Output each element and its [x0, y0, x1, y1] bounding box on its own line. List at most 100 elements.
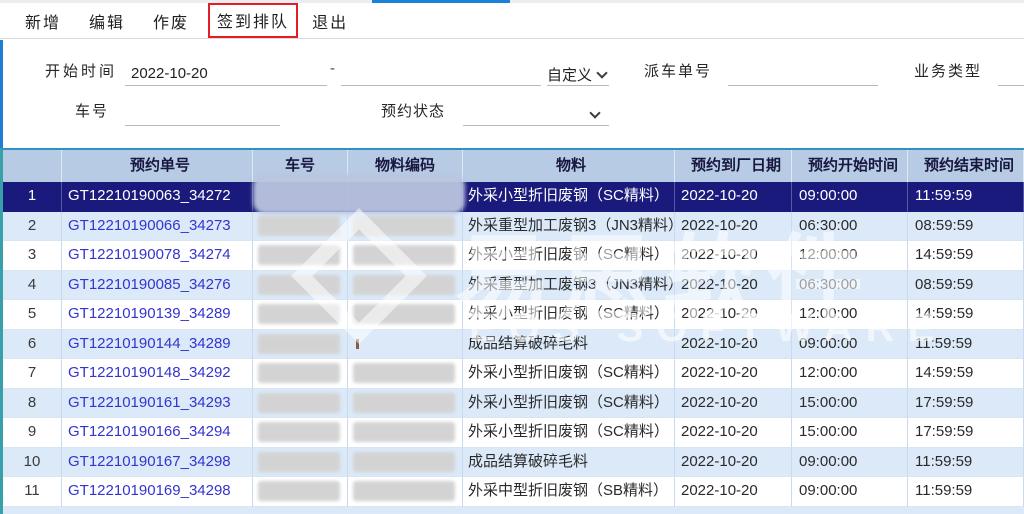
business-type-input[interactable]: [998, 64, 1024, 86]
start-time-label: 开始时间: [45, 60, 117, 81]
material-cell: 外采小型折旧废钢（SC精料）: [463, 359, 675, 389]
redaction-blob: [253, 174, 465, 214]
range-mode-dropdown[interactable]: 自定义: [547, 64, 609, 86]
order-no-link[interactable]: GT12210190139_34289: [62, 300, 253, 330]
redaction-blob: [353, 393, 455, 413]
header-arrival-date: 预约到厂日期: [675, 150, 792, 182]
table-row-partial: [3, 507, 1024, 514]
redaction-blob: [258, 275, 340, 295]
dispatch-no-input[interactable]: [728, 64, 878, 86]
table-row[interactable]: 3GT12210190078_34274外采小型折旧废钢（SC精料）2022-1…: [3, 241, 1024, 271]
arrival-date-cell: 2022-10-20: [675, 448, 792, 478]
start-date-input[interactable]: [125, 64, 327, 86]
table-row[interactable]: 5GT12210190139_34289 外采小型折旧废钢（SC精料）2022-1…: [3, 300, 1024, 330]
material-code-cell-redacted: [348, 241, 463, 271]
table-row[interactable]: 4GT12210190085_34276外采重型加工废钢3（JN3精料）2022…: [3, 271, 1024, 301]
arrival-date-cell: 2022-10-20: [675, 300, 792, 330]
arrival-date-cell: 2022-10-20: [675, 418, 792, 448]
vehicle-no-cell-redacted: [253, 330, 348, 360]
row-number-cell: 1: [3, 182, 62, 212]
arrival-date-cell: 2022-10-20: [675, 182, 792, 212]
material-code-cell-redacted: [348, 330, 463, 360]
order-no-link[interactable]: GT12210190078_34274: [62, 241, 253, 271]
void-button[interactable]: 作废: [153, 9, 189, 33]
row-number-cell: 7: [3, 359, 62, 389]
redaction-blob: [353, 275, 455, 295]
end-time-cell: 14:59:59: [908, 300, 1024, 330]
arrival-date-cell: 2022-10-20: [675, 271, 792, 301]
header-order-no: 预约单号: [62, 150, 253, 182]
order-no-link[interactable]: GT12210190066_34273: [62, 212, 253, 242]
table-header-row: 预约单号 车号 物料编码 物料 预约到厂日期 预约开始时间 预约结束时间: [3, 150, 1024, 182]
table-row[interactable]: 10GT12210190167_34298成品结算破碎毛料2022-10-200…: [3, 448, 1024, 478]
start-time-cell: 09:00:00: [792, 330, 908, 360]
redaction-blob: [353, 363, 455, 383]
order-no-link[interactable]: GT12210190148_34292: [62, 359, 253, 389]
redaction-blob: [353, 481, 455, 501]
edit-button[interactable]: 编辑: [89, 9, 125, 33]
row-number-cell: 5: [3, 300, 62, 330]
start-time-cell: 06:30:00: [792, 271, 908, 301]
new-button[interactable]: 新增: [25, 9, 61, 33]
end-time-cell: 08:59:59: [908, 271, 1024, 301]
table-row[interactable]: 6GT12210190144_34289成品结算破碎毛料2022-10-2009…: [3, 330, 1024, 360]
material-cell: 外采重型加工废钢3（JN3精料）: [463, 212, 675, 242]
order-no-link[interactable]: GT12210190144_34289: [62, 330, 253, 360]
order-no-link[interactable]: GT12210190161_34293: [62, 389, 253, 419]
vehicle-no-cell-redacted: [253, 389, 348, 419]
redaction-blob: [258, 304, 340, 324]
vehicle-no-cell-redacted: [253, 300, 348, 330]
arrival-date-cell: 2022-10-20: [675, 241, 792, 271]
checkin-queue-button[interactable]: 签到排队: [217, 14, 289, 31]
table-row[interactable]: 11GT12210190169_34298外采中型折旧废钢（SB精料）2022-…: [3, 477, 1024, 507]
toolbar: 新增 编辑 作废 签到排队 退出: [0, 3, 1024, 39]
material-code-cell-redacted: [348, 418, 463, 448]
end-time-cell: 08:59:59: [908, 212, 1024, 242]
checkin-queue-highlight-box[interactable]: 签到排队: [208, 3, 298, 38]
row-number-cell: 2: [3, 212, 62, 242]
date-range-separator: -: [330, 60, 335, 77]
order-no-link[interactable]: GT12210190085_34276: [62, 271, 253, 301]
end-date-input[interactable]: [341, 64, 541, 86]
material-code-cell-redacted: [348, 212, 463, 242]
table-row[interactable]: 9GT12210190166_34294外采小型折旧废钢（SC精料）2022-1…: [3, 418, 1024, 448]
end-time-cell: 14:59:59: [908, 241, 1024, 271]
row-number-cell: 8: [3, 389, 62, 419]
material-cell: 外采小型折旧废钢（SC精料）: [463, 389, 675, 419]
row-number-cell: 4: [3, 271, 62, 301]
filter-panel: 开始时间 - 自定义 派车单号 业务类型 车号 预约状态: [0, 40, 1024, 148]
chevron-down-icon: [589, 107, 600, 118]
vehicle-no-cell-redacted: [253, 271, 348, 301]
table-row[interactable]: 8GT12210190161_34293 外采小型折旧废钢（SC精料）2022-1…: [3, 389, 1024, 419]
table-row[interactable]: 2GT12210190066_34273外采重型加工废钢3（JN3精料）2022…: [3, 212, 1024, 242]
arrival-date-cell: 2022-10-20: [675, 477, 792, 507]
material-code-cell-redacted: [348, 448, 463, 478]
vehicle-no-input[interactable]: [125, 104, 280, 126]
redaction-blob: [353, 452, 455, 472]
row-number-cell: 3: [3, 241, 62, 271]
arrival-date-cell: 2022-10-20: [675, 389, 792, 419]
material-cell: 外采小型折旧废钢（SC精料）: [463, 418, 675, 448]
row-number-cell: 6: [3, 330, 62, 360]
status-dropdown[interactable]: [463, 104, 609, 126]
order-no-link[interactable]: GT12210190166_34294: [62, 418, 253, 448]
start-time-cell: 12:00:00: [792, 241, 908, 271]
order-no-link[interactable]: GT12210190169_34298: [62, 477, 253, 507]
start-time-cell: 09:00:00: [792, 477, 908, 507]
end-time-cell: 17:59:59: [908, 418, 1024, 448]
exit-button[interactable]: 退出: [312, 9, 348, 33]
end-time-cell: 14:59:59: [908, 359, 1024, 389]
arrival-date-cell: 2022-10-20: [675, 330, 792, 360]
table-row[interactable]: 1GT12210190063_34272外采小型折旧废钢（SC精料）2022-1…: [3, 182, 1024, 212]
redaction-blob: [353, 422, 455, 442]
redaction-blob: [258, 481, 340, 501]
start-time-cell: 15:00:00: [792, 389, 908, 419]
order-no-link[interactable]: GT12210190063_34272: [62, 182, 253, 212]
arrival-date-cell: 2022-10-20: [675, 359, 792, 389]
material-code-cell-redacted: [348, 477, 463, 507]
reservation-table: 预约单号 车号 物料编码 物料 预约到厂日期 预约开始时间 预约结束时间 1GT…: [0, 148, 1024, 514]
material-cell: 外采小型折旧废钢（SC精料）: [463, 300, 675, 330]
order-no-link[interactable]: GT12210190167_34298: [62, 448, 253, 478]
redaction-blob: [353, 304, 455, 324]
table-row[interactable]: 7GT12210190148_34292 外采小型折旧废钢（SC精料）2022-1…: [3, 359, 1024, 389]
